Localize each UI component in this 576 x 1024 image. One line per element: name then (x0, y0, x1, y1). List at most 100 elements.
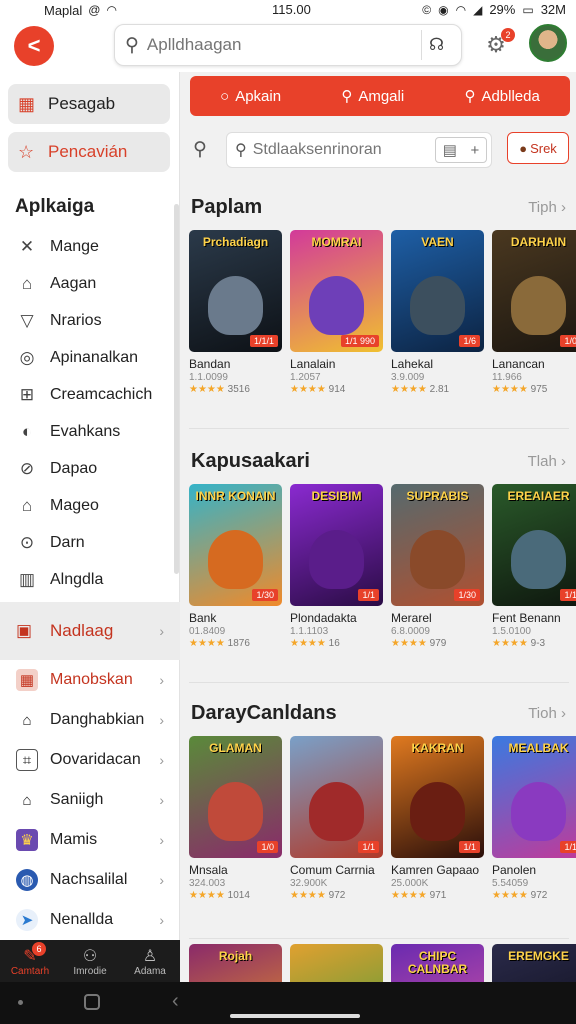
sidebar-subitem[interactable]: ⌂ Saniigh › (0, 780, 180, 820)
sidebar-item[interactable]: ⊙ Darn (0, 524, 180, 561)
search-icon[interactable]: ⚲ (193, 138, 207, 161)
game-thumbnail[interactable]: MEALBAK 1/1 (492, 736, 576, 858)
settings-gear-icon[interactable]: ⚙ 2 (483, 28, 515, 58)
search-icon: ⚲ (341, 88, 353, 105)
game-thumbnail[interactable]: VAEN 1/6 (391, 230, 484, 352)
bottom-nav-item[interactable]: ✎ Camtarh 6 (0, 940, 60, 982)
sidebar-item[interactable]: ⌂ Aagan (0, 265, 180, 302)
action-button[interactable]: ● Srek (507, 132, 569, 164)
category-tab[interactable]: ⚲ Adblleda (464, 87, 539, 106)
game-card[interactable]: Prchadiagn 1/1/1 Bandan 1.1.0099 ★★★★ 35… (189, 230, 282, 395)
bottom-nav-item[interactable]: ⚇ Imrodie (60, 940, 120, 982)
sidebar-item[interactable]: ⌂ Mageo (0, 487, 180, 524)
game-thumbnail[interactable]: 1/1 (290, 736, 383, 858)
home-icon: ⌂ (22, 711, 32, 729)
voice-search-icon[interactable]: ☊ (421, 30, 451, 60)
game-icon: ♛ (16, 829, 38, 851)
sidebar-item[interactable]: ⊘ Dapao (0, 450, 180, 487)
sidebar-item[interactable]: ▽ Nrarios (0, 302, 180, 339)
top-search-box[interactable]: ⚲ ☊ (114, 24, 462, 66)
sidebar-subitem[interactable]: ⌂ Danghabkian › (0, 700, 180, 740)
game-thumbnail[interactable]: INNR KONAIN 1/30 (189, 484, 282, 606)
game-card[interactable]: EREAIAER 1/1 Fent Benann 1.5.0100 ★★★★ 9… (492, 484, 576, 649)
sidebar-subitem[interactable]: ◍ Nachsalilal › (0, 860, 180, 900)
people-icon: ⚇ (82, 947, 98, 965)
chevron-right-icon: › (159, 792, 164, 808)
game-art-title: EREMGKE (508, 949, 569, 963)
section-title: Kapusaakari (191, 450, 310, 472)
game-card[interactable]: DARHAIN 1/0 Lanancan 11.966 ★★★★ 975 (492, 230, 576, 395)
game-tag: 1/30 (454, 589, 480, 601)
section-see-all-link[interactable]: Tlah › (528, 453, 566, 470)
game-card[interactable]: MOMRAI 1/1 990 Lanalain 1.2057 ★★★★ 914 (290, 230, 383, 395)
game-thumbnail[interactable]: EREAIAER 1/1 (492, 484, 576, 606)
rating-count: 972 (328, 890, 346, 901)
category-tab[interactable]: ⚲ Amgali (341, 87, 404, 106)
chevron-right-icon: › (159, 712, 164, 728)
game-card[interactable]: MEALBAK 1/1 Panolen 5.54059 ★★★★ 972 (492, 736, 576, 901)
game-thumbnail[interactable]: Prchadiagn 1/1/1 (189, 230, 282, 352)
game-rating: ★★★★ 972 (290, 890, 383, 901)
sidebar-subitem[interactable]: ➤ Nenallda › (0, 900, 180, 940)
game-art (207, 530, 264, 589)
game-thumbnail[interactable]: SUPRABIS 1/30 (391, 484, 484, 606)
game-thumbnail[interactable]: DARHAIN 1/0 (492, 230, 576, 352)
game-card[interactable]: KAKRAN 1/1 Kamren Gapaao 25.000K ★★★★ 97… (391, 736, 484, 901)
sidebar-item[interactable]: ▥ Alngdla (0, 561, 180, 598)
sidebar-item[interactable]: ◐ Evahkans (0, 413, 180, 450)
game-name: Bandan (189, 357, 231, 371)
game-tag: 1/1 (358, 589, 379, 601)
game-card[interactable]: 1/1 Comum Carrnia 32.900K ★★★★ 972 (290, 736, 383, 901)
game-meta: 324.003 (189, 878, 226, 889)
game-art-title: KAKRAN (411, 741, 464, 755)
game-thumbnail[interactable]: GLAMAN 1/0 (189, 736, 282, 858)
game-art-title: SUPRABIS (406, 489, 469, 503)
game-rating: ★★★★ 2.81 (391, 384, 484, 395)
crossed-swords-icon: ✕ (19, 236, 35, 256)
sidebar-scrollbar[interactable] (174, 204, 179, 574)
sidebar-sub-list: ▦ Manobskan › ⌂ Danghabkian › ⌗ Oovaridacan › … (0, 660, 180, 940)
game-name: Fent Benann (492, 611, 561, 625)
section-see-all-link[interactable]: Tioh › (528, 705, 566, 722)
sidebar-subitem[interactable]: ▦ Manobskan › (0, 660, 180, 700)
sidebar-subsection-header[interactable]: ▣ Nadlaag › (0, 602, 180, 660)
content-search-box[interactable]: ⚲ ▤ + (226, 132, 492, 168)
game-card[interactable]: INNR KONAIN 1/30 Bank 01.8409 ★★★★ 1876 (189, 484, 282, 649)
see-all-label: Tioh (528, 705, 557, 722)
game-thumbnail[interactable]: MOMRAI 1/1 990 (290, 230, 383, 352)
sidebar-item[interactable]: ◎ Apinanalkan (0, 339, 180, 376)
user-avatar[interactable] (529, 24, 567, 62)
game-card[interactable]: GLAMAN 1/0 Mnsala 324.003 ★★★★ 1014 (189, 736, 282, 901)
sidebar-nav-list: ✕ Mange ⌂ Aagan ▽ Nrarios ◎ Apinanalkan ⊞ Cre… (0, 228, 180, 598)
at-icon: @ (88, 3, 101, 17)
game-tag: 1/0 (560, 335, 576, 347)
sidebar-pinned-item[interactable]: ☆ Pencavián (8, 132, 170, 172)
game-card[interactable]: SUPRABIS 1/30 Merarel 6.8.0009 ★★★★ 979 (391, 484, 484, 649)
rating-count: 979 (429, 638, 447, 649)
game-card[interactable]: DESIBIM 1/1 Plondadakta 1.1.1103 ★★★★ 16 (290, 484, 383, 649)
sidebar-item[interactable]: ⊞ Creamcachich (0, 376, 180, 413)
gesture-bar[interactable] (230, 1014, 360, 1018)
sidebar-pinned-item[interactable]: ▦ Pesagab (8, 84, 170, 124)
game-card[interactable]: VAEN 1/6 Lahekal 3.9.009 ★★★★ 2.81 (391, 230, 484, 395)
sidebar-subitem[interactable]: ♛ Mamis › (0, 820, 180, 860)
content-search-input[interactable] (252, 141, 423, 159)
chevron-right-icon: › (561, 705, 566, 722)
filter-toggle[interactable]: ▤ + (435, 137, 487, 163)
section-see-all-link[interactable]: Tiph › (528, 199, 566, 216)
sidebar-item[interactable]: ✕ Mange (0, 228, 180, 265)
recents-icon[interactable] (18, 1000, 23, 1005)
game-thumbnail[interactable]: DESIBIM 1/1 (290, 484, 383, 606)
filter-row: ⚲ ⚲ ▤ + ● Srek (181, 130, 576, 170)
chevron-right-icon: › (159, 752, 164, 768)
back-icon[interactable]: ‹ (172, 990, 179, 1013)
sidebar-subitem[interactable]: ⌗ Oovaridacan › (0, 740, 180, 780)
game-thumbnail[interactable]: KAKRAN 1/1 (391, 736, 484, 858)
game-rating: ★★★★ 971 (391, 890, 484, 901)
grid-icon: ⊞ (19, 384, 35, 404)
top-search-input[interactable] (146, 35, 421, 55)
home-button[interactable] (84, 994, 100, 1010)
bottom-nav-item[interactable]: ♙ Adama (120, 940, 180, 982)
app-logo-icon[interactable]: < (14, 26, 54, 66)
category-tab[interactable]: ○ Apkain (220, 88, 281, 105)
